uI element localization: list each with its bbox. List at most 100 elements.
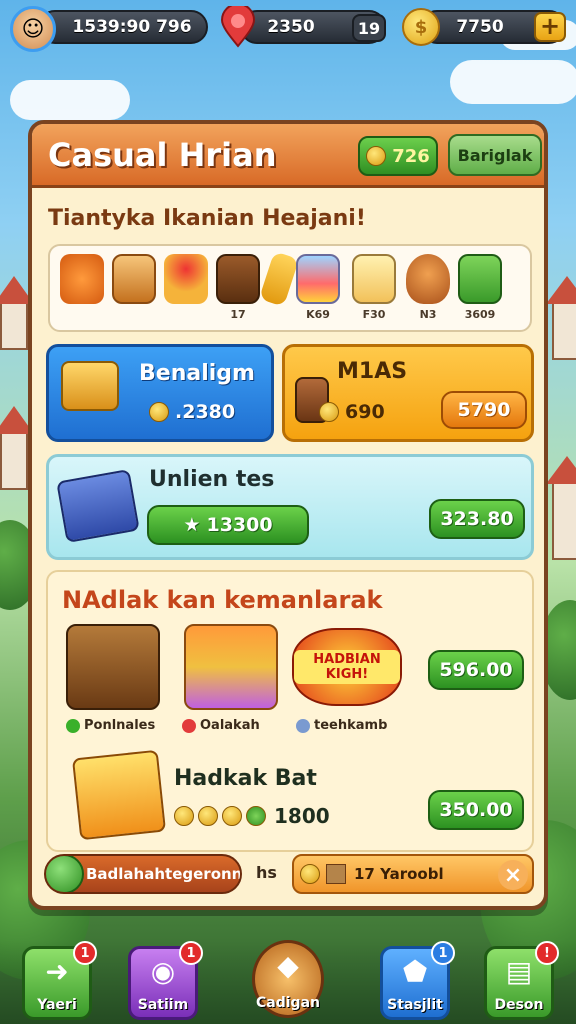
gift-crate-icon[interactable]: [71, 749, 167, 841]
nav-item-2[interactable]: ◆ Cadigan: [252, 940, 324, 1018]
reward-label: teehkamb: [296, 718, 387, 733]
gift-box-icon[interactable]: [458, 254, 502, 304]
treasure-chest-icon[interactable]: [66, 624, 160, 710]
nav-item-4[interactable]: ▤ Deson !: [484, 941, 559, 1020]
header-coins-value: 726: [392, 145, 430, 167]
reward-label-text: Oalakah: [200, 718, 260, 733]
offer-card-cyan[interactable]: Unlien tes ★ 13300 323.80: [46, 454, 534, 560]
bread-icon[interactable]: [258, 251, 300, 307]
reward-label: Oalakah: [182, 718, 260, 733]
reward-second-value: 1800: [174, 804, 330, 828]
close-icon[interactable]: ×: [498, 860, 528, 890]
section-title: Tiantyka Ikanian Heajani!: [48, 206, 366, 231]
nav-item-3[interactable]: ⬟ Stasjlit 1: [380, 941, 455, 1020]
notification-badge: 1: [431, 941, 455, 965]
reward-second-title: Hadkak Bat: [174, 766, 317, 791]
offer-value: 690: [319, 401, 385, 423]
player-avatar[interactable]: ☺: [10, 6, 56, 52]
check-icon: [66, 718, 80, 733]
panel-title: Casual Hrian: [48, 136, 277, 174]
rewards-section: NAdlak kan kemanlarak Ponlnales Oalakah …: [46, 570, 534, 852]
badge-text: HADBIAN KIGH!: [294, 650, 400, 684]
footer-suffix: hs: [256, 863, 277, 882]
offer-title: M1AS: [337, 359, 408, 384]
coin-icon: [149, 402, 169, 422]
coin-icon: [222, 806, 242, 826]
card-icon: ◆: [277, 949, 299, 982]
offer-title: Unlien tes: [149, 467, 275, 492]
toy-blocks-icon[interactable]: [184, 624, 278, 710]
reward-label-text: teehkamb: [314, 718, 388, 733]
offer-card-orange[interactable]: M1AS 690 5790: [282, 344, 534, 442]
item-strip: 17 K69 F30 N3 3609: [48, 244, 532, 332]
candy-jar-icon[interactable]: [296, 254, 340, 304]
badge-icon[interactable]: HADBIAN KIGH!: [292, 628, 402, 706]
tea-cup-icon[interactable]: [216, 254, 260, 304]
footer-right-text: 17 Yaroobl: [354, 865, 444, 883]
nav-item-0[interactable]: ➜ Yaeri 1: [22, 941, 97, 1020]
nav-label: Yaeri: [37, 997, 77, 1013]
value-button-text: 13300: [206, 514, 273, 536]
box-icon: [326, 864, 346, 884]
claim-button[interactable]: 350.00: [428, 790, 524, 830]
footer-left-banner[interactable]: Badlahahtegeronnr: [44, 854, 242, 894]
reward-label: Ponlnales: [66, 718, 155, 733]
reward-label-text: Ponlnales: [84, 718, 156, 733]
claim-button[interactable]: 596.00: [428, 650, 524, 690]
player-stat-text: 1539:90 796: [72, 17, 192, 37]
nav-label: Deson: [494, 997, 544, 1013]
cake-icon[interactable]: [164, 254, 208, 304]
pot-icon[interactable]: [406, 254, 450, 304]
item-label: F30: [362, 308, 386, 321]
buy-button[interactable]: 323.80: [429, 499, 525, 539]
nav-label: Stasjlit: [387, 997, 443, 1013]
coin-icon: [366, 146, 387, 166]
nav-item-1[interactable]: ◉ Satiim 1: [128, 941, 203, 1020]
header-coins-badge: 726: [358, 136, 438, 176]
cash-register-icon: [56, 469, 140, 543]
coin-icon: [198, 806, 218, 826]
rewards-title: NAdlak kan kemanlarak: [62, 586, 383, 614]
coin-icon: $: [402, 8, 440, 46]
footer-left-text: Badlahahtegeronnr: [86, 865, 242, 883]
coin-icon: [319, 402, 339, 422]
item-label: 17: [230, 308, 246, 321]
footer-right-banner[interactable]: 17 Yaroobl ×: [292, 854, 534, 894]
panel-header: Casual Hrian 726 Bariglak: [32, 124, 544, 188]
item-label: K69: [306, 308, 330, 321]
shop-panel: Casual Hrian 726 Bariglak Tiantyka Ikani…: [28, 120, 548, 910]
item-label: 3609: [464, 308, 496, 321]
honey-jar-icon[interactable]: [352, 254, 396, 304]
offer-card-blue[interactable]: Benaligm .2380: [46, 344, 274, 442]
leaf-icon: [246, 806, 266, 826]
top-status-bar: ☺ 1539:90 796 2350 19 $ 7750 +: [8, 6, 568, 52]
gem-small-count: 19: [352, 14, 386, 42]
gear-icon: [296, 718, 310, 733]
player-stat-display: 1539:90 796: [38, 10, 208, 44]
reward-second-value-text: 1800: [274, 804, 330, 828]
offer-value-text: 690: [345, 401, 385, 423]
nav-label: Satiim: [137, 997, 189, 1013]
coin-icon: [174, 806, 194, 826]
bowl-icon[interactable]: [60, 254, 104, 304]
nav-label: Cadigan: [256, 995, 320, 1011]
item-label: N3: [419, 308, 437, 321]
juice-glass-icon[interactable]: [112, 254, 156, 304]
offer-value: .2380: [149, 401, 235, 423]
offer-value-text: .2380: [175, 401, 236, 423]
buy-button[interactable]: 5790: [441, 391, 527, 429]
value-button[interactable]: ★ 13300: [147, 505, 309, 545]
leaf-icon: [46, 856, 84, 892]
notification-badge: !: [535, 941, 559, 965]
add-coins-button[interactable]: +: [534, 12, 566, 42]
bottom-nav: ➜ Yaeri 1 ◉ Satiim 1 ◆ Cadigan ⬟ Stasjli…: [0, 940, 576, 1024]
coin-icon: [300, 864, 320, 884]
panel-footer: Badlahahtegeronnr hs 17 Yaroobl ×: [44, 854, 534, 900]
notification-badge: 1: [73, 941, 97, 965]
notification-badge: 1: [179, 941, 203, 965]
offer-title: Benaligm: [139, 361, 255, 386]
header-action-button[interactable]: Bariglak: [448, 134, 542, 176]
star-icon: ★: [183, 514, 201, 536]
treasure-box-icon: [61, 361, 119, 411]
coins-count: 7750: [456, 17, 504, 37]
